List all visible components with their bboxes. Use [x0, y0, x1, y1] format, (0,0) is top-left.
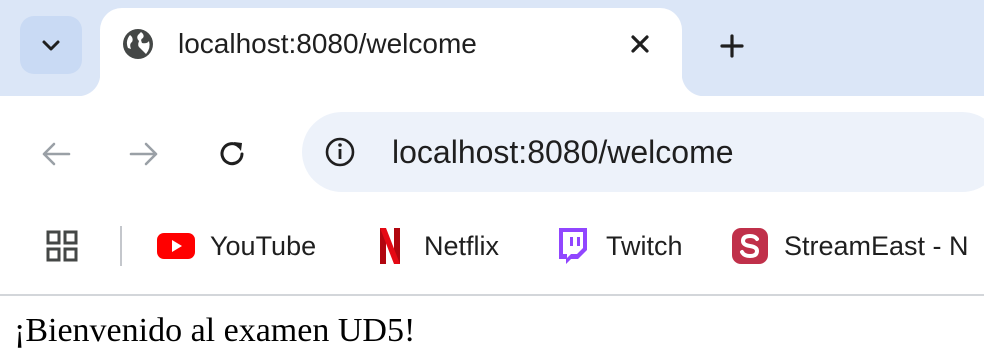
bookmark-label: Twitch — [606, 230, 683, 261]
tab-search-button[interactable] — [20, 16, 82, 74]
browser-window: localhost:8080/welcome localhost:8080/we… — [0, 0, 984, 361]
welcome-heading: ¡Bienvenido al examen UD5! — [14, 312, 416, 349]
bookmarks-bar: YouTube Netflix Twitch StreamEast - N — [0, 208, 984, 296]
grid-icon — [46, 230, 78, 262]
bookmark-label: StreamEast - N — [784, 230, 969, 261]
plus-icon — [720, 34, 744, 58]
chevron-down-icon — [42, 40, 60, 51]
url-text[interactable]: localhost:8080/welcome — [392, 134, 734, 171]
bookmark-label: Netflix — [424, 230, 500, 261]
bookmark-twitch[interactable]: Twitch — [552, 222, 683, 270]
youtube-icon — [156, 226, 196, 266]
reload-icon — [220, 142, 244, 166]
bookmark-label: YouTube — [210, 230, 317, 261]
tab-title: localhost:8080/welcome — [178, 28, 477, 59]
active-tab[interactable]: localhost:8080/welcome — [78, 8, 704, 96]
streameast-icon — [730, 226, 770, 266]
apps-button[interactable] — [40, 224, 84, 268]
close-icon — [631, 35, 649, 53]
bookmark-streameast[interactable]: StreamEast - N — [730, 222, 969, 270]
back-button[interactable] — [36, 134, 76, 174]
site-info-button[interactable] — [320, 132, 360, 172]
page-content: ¡Bienvenido al examen UD5! — [0, 296, 984, 361]
bookmark-netflix[interactable]: Netflix — [370, 222, 499, 270]
globe-icon — [123, 29, 153, 59]
netflix-icon — [370, 226, 410, 266]
address-bar[interactable]: localhost:8080/welcome — [302, 112, 984, 192]
bookmark-youtube[interactable]: YouTube — [156, 222, 316, 270]
toolbar: localhost:8080/welcome — [0, 96, 984, 208]
arrow-right-icon — [129, 142, 158, 166]
reload-button[interactable] — [212, 134, 252, 174]
tab-close-button[interactable] — [622, 26, 658, 62]
tab-strip: localhost:8080/welcome — [0, 0, 984, 96]
forward-button[interactable] — [124, 134, 164, 174]
arrow-left-icon — [42, 142, 71, 166]
twitch-icon — [552, 226, 592, 266]
new-tab-button[interactable] — [710, 24, 754, 68]
bookmarks-separator — [120, 226, 122, 266]
info-icon — [325, 137, 355, 167]
